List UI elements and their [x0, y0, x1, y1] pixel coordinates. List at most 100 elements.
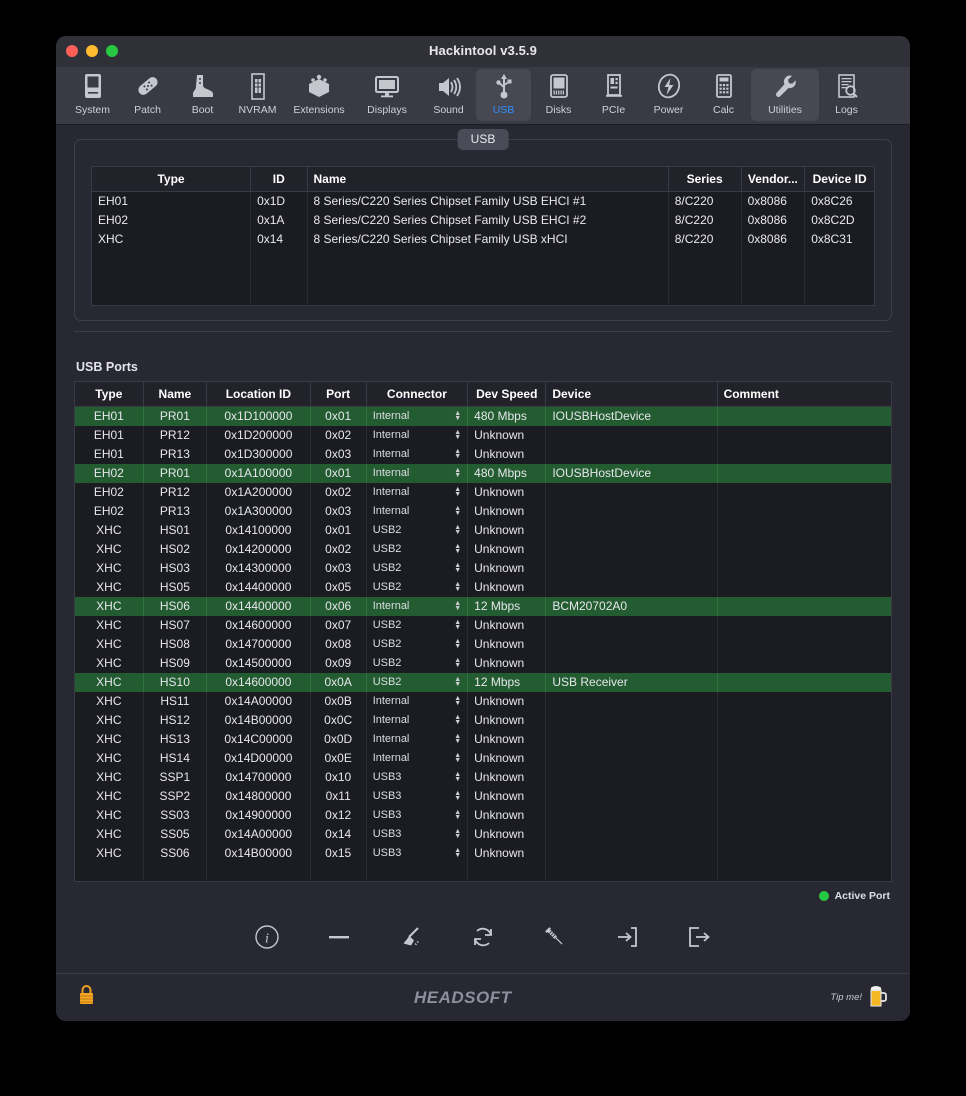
connector-select[interactable]: USB2 ▲ ▼	[366, 577, 469, 597]
col-id[interactable]: ID	[250, 166, 308, 192]
toolbar-item-sound[interactable]: Sound	[421, 69, 476, 121]
connector-select[interactable]: Internal ▲ ▼	[366, 596, 469, 616]
connector-select[interactable]: USB3 ▲ ▼	[366, 767, 469, 787]
table-row[interactable]: XHC HS13 0x14C00000 0x0D Internal ▲ ▼ Unknown	[74, 729, 892, 749]
connector-select[interactable]: USB3 ▲ ▼	[366, 786, 469, 806]
col-device-id[interactable]: Device ID	[804, 166, 875, 192]
table-row[interactable]: EH02 0x1A 8 Series/C220 Series Chipset F…	[91, 210, 875, 230]
table-row[interactable]: XHC SSP2 0x14800000 0x11 USB3 ▲ ▼ Unknown	[74, 786, 892, 806]
table-row[interactable]: XHC HS07 0x14600000 0x07 USB2 ▲ ▼ Unknown	[74, 615, 892, 635]
stepper-arrows-icon[interactable]: ▲ ▼	[454, 828, 461, 840]
toolbar-item-nvram[interactable]: NVRAM	[230, 69, 285, 121]
stepper-arrows-icon[interactable]: ▲ ▼	[454, 733, 461, 745]
import-icon[interactable]	[613, 923, 641, 951]
table-row[interactable]: XHC HS01 0x14100000 0x01 USB2 ▲ ▼ Unknown	[74, 520, 892, 540]
connector-select[interactable]: USB2 ▲ ▼	[366, 672, 469, 692]
connector-select[interactable]: USB2 ▲ ▼	[366, 634, 469, 654]
stepper-arrows-icon[interactable]: ▲ ▼	[454, 771, 461, 783]
table-row[interactable]: XHC HS10 0x14600000 0x0A USB2 ▲ ▼ 12 Mbps USB Re…	[74, 672, 892, 692]
stepper-arrows-icon[interactable]: ▲ ▼	[454, 524, 461, 536]
table-row[interactable]: XHC HS09 0x14500000 0x09 USB2 ▲ ▼ Unknown	[74, 653, 892, 673]
toolbar-item-logs[interactable]: Logs	[819, 69, 874, 121]
stepper-arrows-icon[interactable]: ▲ ▼	[454, 752, 461, 764]
connector-select[interactable]: Internal ▲ ▼	[366, 425, 469, 445]
col-dev-speed[interactable]: Dev Speed	[467, 381, 547, 407]
stepper-arrows-icon[interactable]: ▲ ▼	[454, 600, 461, 612]
toolbar-item-pcie[interactable]: PCIe	[586, 69, 641, 121]
table-row[interactable]: XHC HS14 0x14D00000 0x0E Internal ▲ ▼ Unknown	[74, 748, 892, 768]
connector-select[interactable]: USB2 ▲ ▼	[366, 653, 469, 673]
col-port[interactable]: Port	[310, 381, 367, 407]
connector-select[interactable]: USB3 ▲ ▼	[366, 843, 469, 863]
table-row[interactable]: XHC HS05 0x14400000 0x05 USB2 ▲ ▼ Unknown	[74, 577, 892, 597]
syringe-icon[interactable]	[541, 923, 569, 951]
toolbar-item-usb[interactable]: USB	[476, 69, 531, 121]
connector-select[interactable]: Internal ▲ ▼	[366, 729, 469, 749]
table-row[interactable]: XHC HS02 0x14200000 0x02 USB2 ▲ ▼ Unknown	[74, 539, 892, 559]
col-comment[interactable]: Comment	[717, 381, 892, 407]
toolbar-item-system[interactable]: System	[65, 69, 120, 121]
stepper-arrows-icon[interactable]: ▲ ▼	[454, 562, 461, 574]
col-connector[interactable]: Connector	[366, 381, 469, 407]
connector-select[interactable]: USB3 ▲ ▼	[366, 805, 469, 825]
table-row[interactable]: XHC SS03 0x14900000 0x12 USB3 ▲ ▼ Unknown	[74, 805, 892, 825]
stepper-arrows-icon[interactable]: ▲ ▼	[454, 505, 461, 517]
table-row[interactable]: XHC 0x14 8 Series/C220 Series Chipset Fa…	[91, 229, 875, 249]
stepper-arrows-icon[interactable]: ▲ ▼	[454, 429, 461, 441]
stepper-arrows-icon[interactable]: ▲ ▼	[454, 486, 461, 498]
stepper-arrows-icon[interactable]: ▲ ▼	[454, 790, 461, 802]
padlock-icon[interactable]	[78, 984, 95, 1011]
connector-select[interactable]: USB2 ▲ ▼	[366, 615, 469, 635]
stepper-arrows-icon[interactable]: ▲ ▼	[454, 657, 461, 669]
connector-select[interactable]: Internal ▲ ▼	[366, 501, 469, 521]
connector-select[interactable]: Internal ▲ ▼	[366, 444, 469, 464]
connector-select[interactable]: USB2 ▲ ▼	[366, 539, 469, 559]
stepper-arrows-icon[interactable]: ▲ ▼	[454, 467, 461, 479]
table-row[interactable]: EH01 PR13 0x1D300000 0x03 Internal ▲ ▼ Unknown	[74, 444, 892, 464]
info-icon[interactable]: i	[253, 923, 281, 951]
minus-icon[interactable]	[325, 923, 353, 951]
table-row[interactable]: XHC HS12 0x14B00000 0x0C Internal ▲ ▼ Unknown	[74, 710, 892, 730]
export-icon[interactable]	[685, 923, 713, 951]
connector-select[interactable]: USB3 ▲ ▼	[366, 824, 469, 844]
table-row[interactable]: XHC HS08 0x14700000 0x08 USB2 ▲ ▼ Unknown	[74, 634, 892, 654]
connector-select[interactable]: USB2 ▲ ▼	[366, 520, 469, 540]
col-type[interactable]: Type	[91, 166, 252, 192]
table-row[interactable]: EH02 PR01 0x1A100000 0x01 Internal ▲ ▼ 480 Mbps…	[74, 463, 892, 483]
stepper-arrows-icon[interactable]: ▲ ▼	[454, 695, 461, 707]
connector-select[interactable]: Internal ▲ ▼	[366, 406, 469, 426]
col-device[interactable]: Device	[545, 381, 718, 407]
stepper-arrows-icon[interactable]: ▲ ▼	[454, 638, 461, 650]
connector-select[interactable]: Internal ▲ ▼	[366, 463, 469, 483]
stepper-arrows-icon[interactable]: ▲ ▼	[454, 809, 461, 821]
col-vendor[interactable]: Vendor...	[741, 166, 806, 192]
table-row[interactable]: XHC SS05 0x14A00000 0x14 USB3 ▲ ▼ Unknown	[74, 824, 892, 844]
stepper-arrows-icon[interactable]: ▲ ▼	[454, 619, 461, 631]
group-tab-usb[interactable]: USB	[457, 129, 509, 150]
stepper-arrows-icon[interactable]: ▲ ▼	[454, 448, 461, 460]
toolbar-item-power[interactable]: Power	[641, 69, 696, 121]
stepper-arrows-icon[interactable]: ▲ ▼	[454, 676, 461, 688]
stepper-arrows-icon[interactable]: ▲ ▼	[454, 714, 461, 726]
col-series[interactable]: Series	[668, 166, 742, 192]
refresh-icon[interactable]	[469, 923, 497, 951]
table-row[interactable]: EH02 PR13 0x1A300000 0x03 Internal ▲ ▼ Unknown	[74, 501, 892, 521]
broom-icon[interactable]	[397, 923, 425, 951]
toolbar-item-patch[interactable]: Patch	[120, 69, 175, 121]
table-row[interactable]: EH01 0x1D 8 Series/C220 Series Chipset F…	[91, 191, 875, 211]
toolbar-item-boot[interactable]: Boot	[175, 69, 230, 121]
stepper-arrows-icon[interactable]: ▲ ▼	[454, 410, 461, 422]
toolbar-item-calc[interactable]: Calc	[696, 69, 751, 121]
table-row[interactable]: XHC HS11 0x14A00000 0x0B Internal ▲ ▼ Unknown	[74, 691, 892, 711]
connector-select[interactable]: Internal ▲ ▼	[366, 482, 469, 502]
toolbar-item-disks[interactable]: Disks	[531, 69, 586, 121]
col-location-id[interactable]: Location ID	[206, 381, 311, 407]
stepper-arrows-icon[interactable]: ▲ ▼	[454, 581, 461, 593]
stepper-arrows-icon[interactable]: ▲ ▼	[454, 543, 461, 555]
connector-select[interactable]: Internal ▲ ▼	[366, 748, 469, 768]
connector-select[interactable]: USB2 ▲ ▼	[366, 558, 469, 578]
col-type[interactable]: Type	[74, 381, 144, 407]
toolbar-item-utilities[interactable]: Utilities	[751, 69, 819, 121]
connector-select[interactable]: Internal ▲ ▼	[366, 691, 469, 711]
table-row[interactable]: XHC HS03 0x14300000 0x03 USB2 ▲ ▼ Unknown	[74, 558, 892, 578]
